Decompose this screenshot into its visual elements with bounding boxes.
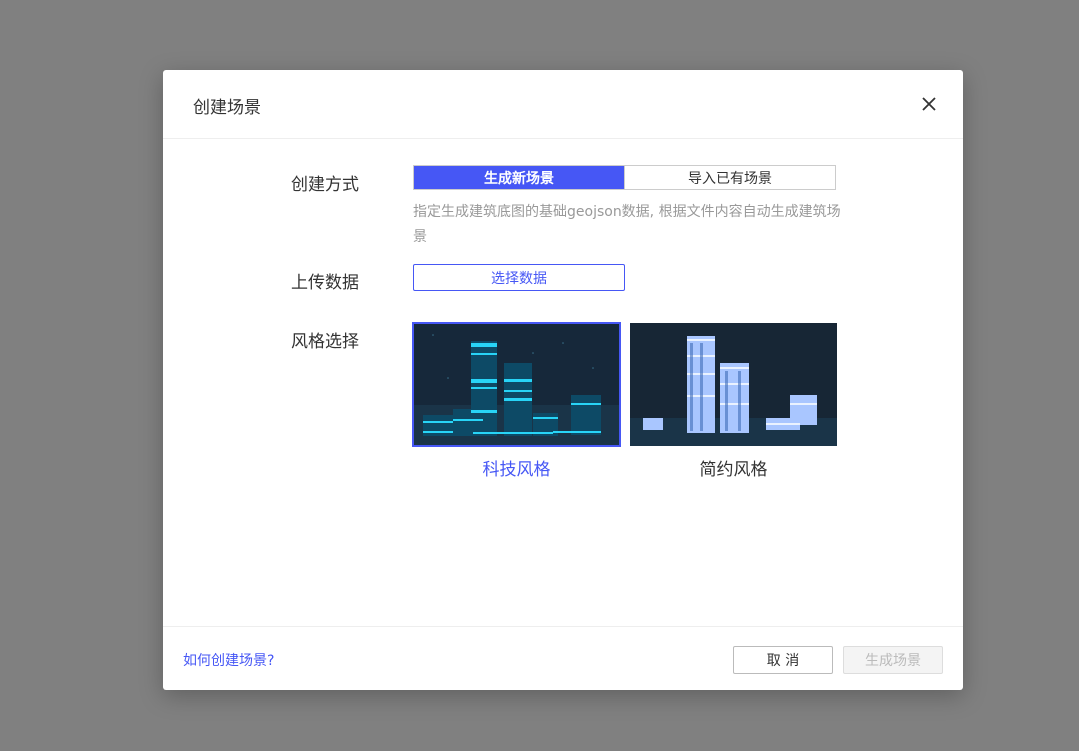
method-option-new-scene[interactable]: 生成新场景 (414, 166, 624, 189)
select-data-button[interactable]: 选择数据 (413, 264, 625, 291)
dialog-header: 创建场景 (163, 70, 963, 139)
style-name-tech: 科技风格 (482, 460, 551, 480)
style-name-simple: 简约风格 (699, 460, 768, 480)
tech-style-thumbnail (413, 323, 620, 446)
upload-label: 上传数据 (291, 273, 359, 293)
help-link[interactable]: 如何创建场景? (183, 650, 274, 670)
style-label: 风格选择 (291, 332, 359, 352)
create-scene-dialog: 创建场景 创建方式 生成新场景 导入已有场景 指定生成建筑底图的基础geojso… (163, 70, 963, 690)
method-label: 创建方式 (291, 175, 359, 195)
style-card-simple[interactable] (630, 323, 837, 446)
method-segmented-control: 生成新场景 导入已有场景 (413, 165, 836, 190)
dialog-footer: 如何创建场景? 取 消 生成场景 (163, 626, 963, 691)
dialog-title: 创建场景 (193, 98, 261, 118)
style-card-tech[interactable] (412, 322, 621, 447)
simple-style-thumbnail (630, 323, 837, 446)
cancel-button[interactable]: 取 消 (733, 646, 833, 674)
method-hint: 指定生成建筑底图的基础geojson数据, 根据文件内容自动生成建筑场景 (413, 204, 841, 245)
method-option-import-scene[interactable]: 导入已有场景 (624, 166, 835, 189)
create-scene-button[interactable]: 生成场景 (843, 646, 943, 674)
close-icon[interactable] (921, 96, 937, 112)
